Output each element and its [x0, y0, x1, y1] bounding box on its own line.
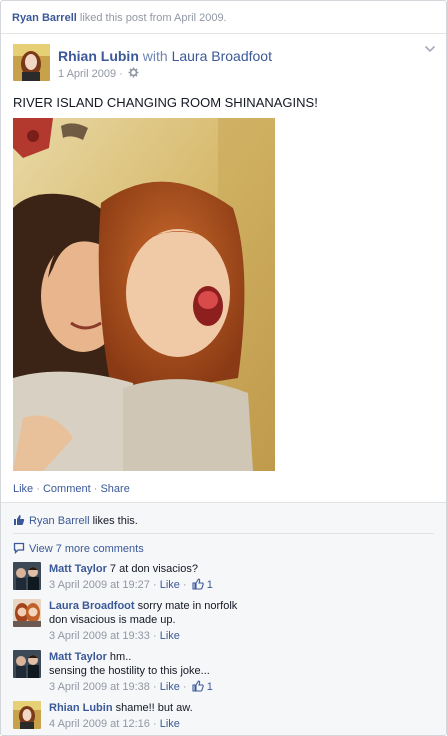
- commenter-avatar[interactable]: [13, 701, 41, 729]
- feed-story: Ryan Barrell liked this post from April …: [0, 0, 447, 736]
- thumbs-up-icon: [192, 578, 204, 590]
- likes-text: likes this.: [92, 515, 138, 527]
- commenter-avatar[interactable]: [13, 650, 41, 678]
- post-actions: Like · Comment · Share: [13, 483, 130, 495]
- comment-text-line2: sensing the hostility to this joke...: [49, 665, 210, 677]
- story-header: Ryan Barrell liked this post from April …: [12, 12, 227, 24]
- story-header-text: liked this post from April 2009.: [79, 12, 227, 24]
- comment-text: 7 at don visacios?: [109, 563, 198, 575]
- comment-like-count[interactable]: 1: [207, 579, 213, 591]
- comment-bubble-icon: [13, 542, 25, 554]
- meta-separator: ·: [119, 68, 123, 80]
- comment-text-line2: don visacious is made up.: [49, 614, 176, 626]
- comment-text: shame!! but aw.: [115, 702, 193, 714]
- commenter-avatar[interactable]: [13, 599, 41, 627]
- comment-meta: 3 April 2009 at 19:27 · Like · 1: [49, 578, 213, 591]
- thumbs-up-icon: [14, 515, 25, 525]
- post-message: RIVER ISLAND CHANGING ROOM SHINANAGINS!: [13, 95, 318, 110]
- divider: [13, 533, 434, 534]
- thumbs-up-icon: [192, 680, 204, 692]
- commenter-name-link[interactable]: Laura Broadfoot: [49, 600, 135, 612]
- with-text: with Laura Broadfoot: [142, 48, 272, 64]
- audience-gear-icon[interactable]: [128, 67, 139, 78]
- comment-text: hm..: [109, 651, 132, 663]
- author-name-link[interactable]: Rhian Lubin: [58, 48, 139, 64]
- liker-link[interactable]: Ryan Barrell: [29, 515, 90, 527]
- comment-like-count[interactable]: 1: [207, 681, 213, 693]
- post-date-link[interactable]: 1 April 2009: [58, 68, 116, 80]
- comment-link[interactable]: Comment: [43, 483, 91, 495]
- comment-like-link[interactable]: Like: [160, 630, 180, 642]
- post-photo[interactable]: [13, 118, 275, 471]
- view-more-label: View 7 more comments: [29, 543, 144, 555]
- chevron-down-icon[interactable]: [424, 43, 436, 55]
- comment: Matt Taylor 7 at don visacios? 3 April 2…: [1, 562, 446, 602]
- comment: Matt Taylor hm.. sensing the hostility t…: [1, 650, 446, 693]
- feedback-section: Ryan Barrell likes this. View 7 more com…: [1, 502, 446, 735]
- comment-like-link[interactable]: Like: [160, 579, 180, 591]
- comment-time-link[interactable]: 3 April 2009 at 19:27: [49, 579, 150, 591]
- comment-meta: 3 April 2009 at 19:38 · Like · 1: [49, 680, 213, 693]
- story-actor-link[interactable]: Ryan Barrell: [12, 12, 77, 24]
- commenter-name-link[interactable]: Matt Taylor: [49, 563, 107, 575]
- divider: [1, 33, 446, 34]
- comment-like-link[interactable]: Like: [160, 718, 180, 730]
- comment: Rhian Lubin shame!! but aw. 4 April 2009…: [1, 701, 446, 735]
- share-link[interactable]: Share: [100, 483, 129, 495]
- commenter-name-link[interactable]: Rhian Lubin: [49, 702, 113, 714]
- post-author-line: Rhian Lubin with Laura Broadfoot: [58, 48, 272, 64]
- author-avatar[interactable]: [13, 44, 50, 81]
- commenter-name-link[interactable]: Matt Taylor: [49, 651, 107, 663]
- likes-sentence: Ryan Barrell likes this.: [13, 514, 138, 527]
- like-link[interactable]: Like: [13, 483, 33, 495]
- comment-meta: 4 April 2009 at 12:16 · Like: [49, 718, 180, 730]
- comment-time-link[interactable]: 4 April 2009 at 12:16: [49, 718, 150, 730]
- comment-meta: 3 April 2009 at 19:33 · Like: [49, 630, 180, 642]
- comment-text: sorry mate in norfolk: [137, 600, 238, 612]
- comment-time-link[interactable]: 3 April 2009 at 19:33: [49, 630, 150, 642]
- comment-like-link[interactable]: Like: [160, 681, 180, 693]
- comment-time-link[interactable]: 3 April 2009 at 19:38: [49, 681, 150, 693]
- commenter-avatar[interactable]: [13, 562, 41, 590]
- post-meta: 1 April 2009 ·: [58, 67, 139, 80]
- tagged-name-link[interactable]: Laura Broadfoot: [172, 48, 272, 64]
- comment: Laura Broadfoot sorry mate in norfolk do…: [1, 599, 446, 642]
- view-more-comments[interactable]: View 7 more comments: [13, 542, 144, 555]
